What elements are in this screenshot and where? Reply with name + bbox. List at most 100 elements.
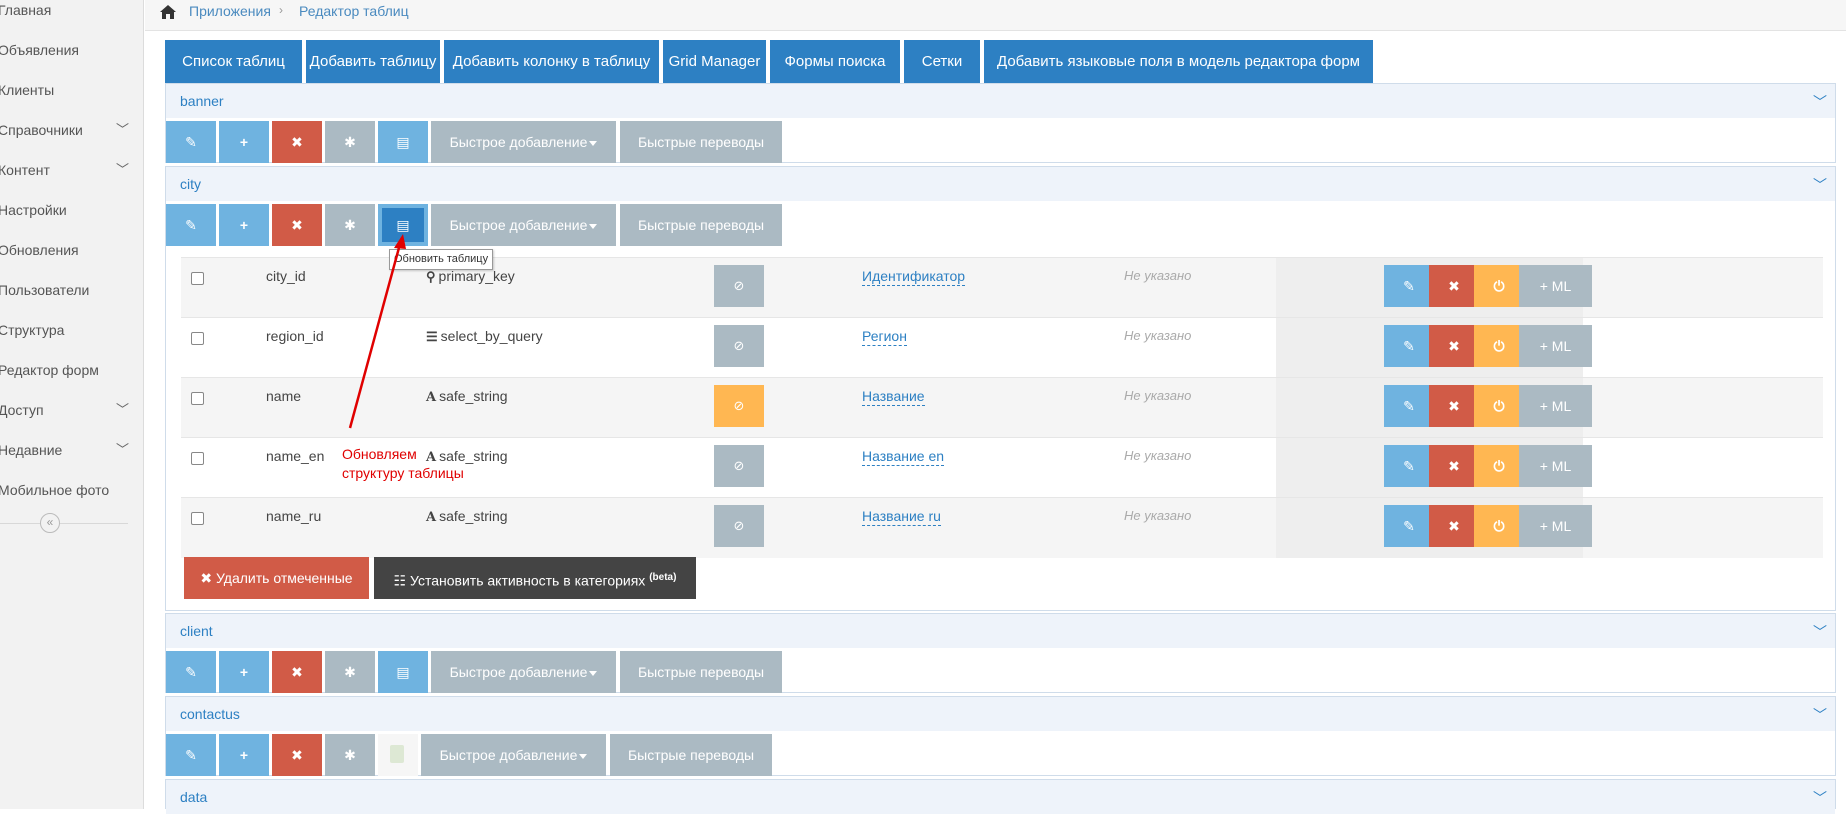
edit-button[interactable]: ✎ — [166, 204, 216, 246]
tab-grid-manager[interactable]: Grid Manager — [663, 40, 766, 83]
row-delete-button[interactable]: ✖ — [1429, 325, 1479, 367]
delete-selected-button[interactable]: ✖ Удалить отмеченные — [184, 557, 369, 599]
row-delete-button[interactable]: ✖ — [1429, 385, 1479, 427]
sidebar-item-settings[interactable]: Настройки — [0, 190, 143, 230]
quick-add-dropdown[interactable]: Быстрое добавление — [431, 204, 616, 246]
tab-table-list[interactable]: Список таблиц — [165, 40, 302, 83]
quick-translate-button[interactable]: Быстрые переводы — [620, 121, 782, 163]
delete-button[interactable]: ✖ — [272, 121, 322, 163]
row-power-button[interactable]: ⏻ — [1474, 505, 1524, 547]
row-delete-button[interactable]: ✖ — [1429, 265, 1479, 307]
panel-header[interactable]: client ﹀ — [166, 614, 1835, 648]
sidebar-item-access[interactable]: Доступ ﹀ — [0, 390, 143, 430]
update-table-button[interactable]: ▤ — [378, 204, 428, 246]
column-title-link[interactable]: Название ru — [862, 508, 941, 526]
row-power-button[interactable]: ⏻ — [1474, 325, 1524, 367]
sidebar-item-content[interactable]: Контент ﹀ — [0, 150, 143, 190]
row-ml-button[interactable]: + ML — [1519, 505, 1592, 547]
asterisk-button[interactable]: ✱ — [325, 651, 375, 693]
row-edit-button[interactable]: ✎ — [1384, 505, 1434, 547]
delete-button[interactable]: ✖ — [272, 204, 322, 246]
row-power-button[interactable]: ⏻ — [1474, 265, 1524, 307]
sidebar-item-users[interactable]: Пользователи — [0, 270, 143, 310]
activity-toggle-button[interactable]: ⊘ — [714, 385, 764, 427]
row-checkbox[interactable] — [191, 332, 204, 345]
add-button[interactable]: + — [219, 734, 269, 776]
row-ml-button[interactable]: + ML — [1519, 385, 1592, 427]
add-button[interactable]: + — [219, 121, 269, 163]
column-title-link[interactable]: Название en — [862, 448, 945, 466]
chevron-down-icon[interactable]: ﹀ — [1813, 705, 1827, 725]
quick-translate-button[interactable]: Быстрые переводы — [620, 651, 782, 693]
row-power-button[interactable]: ⏻ — [1474, 385, 1524, 427]
sidebar-item-structure[interactable]: Структура — [0, 310, 143, 350]
column-title-link[interactable]: Идентификатор — [862, 268, 966, 286]
sidebar-item-ads[interactable]: Объявления — [0, 30, 143, 70]
column-title-link[interactable]: Название — [862, 388, 925, 406]
sidebar-item-mobile-photo[interactable]: Мобильное фото — [0, 470, 143, 510]
tab-add-language-fields[interactable]: Добавить языковые поля в модель редактор… — [984, 40, 1373, 83]
sidebar-item-references[interactable]: Справочники ﹀ — [0, 110, 143, 150]
sidebar-item-updates[interactable]: Обновления — [0, 230, 143, 270]
quick-add-dropdown[interactable]: Быстрое добавление — [421, 734, 606, 776]
sidebar-item-home[interactable]: Главная — [0, 0, 143, 30]
activity-toggle-button[interactable]: ⊘ — [714, 505, 764, 547]
row-delete-button[interactable]: ✖ — [1429, 445, 1479, 487]
row-ml-button[interactable]: + ML — [1519, 265, 1592, 307]
sidebar-item-recent[interactable]: Недавние ﹀ — [0, 430, 143, 470]
row-checkbox[interactable] — [191, 392, 204, 405]
sidebar-item-label: Мобильное фото — [0, 482, 110, 498]
row-power-button[interactable]: ⏻ — [1474, 445, 1524, 487]
chevron-down-icon[interactable]: ﹀ — [1813, 175, 1827, 195]
edit-button[interactable]: ✎ — [166, 651, 216, 693]
set-category-activity-button[interactable]: ☷ Установить активность в категориях (be… — [374, 557, 696, 599]
sidebar-item-form-editor[interactable]: Редактор форм — [0, 350, 143, 390]
row-edit-button[interactable]: ✎ — [1384, 265, 1434, 307]
row-edit-button[interactable]: ✎ — [1384, 385, 1434, 427]
row-checkbox[interactable] — [191, 272, 204, 285]
table-row: name_ru Asafe_string ⊘ Название ru Не ук… — [181, 497, 1823, 558]
tab-add-table[interactable]: Добавить таблицу — [306, 40, 440, 83]
quick-add-dropdown[interactable]: Быстрое добавление — [431, 121, 616, 163]
collapse-icon[interactable]: « — [40, 513, 60, 533]
tab-add-column[interactable]: Добавить колонку в таблицу — [444, 40, 659, 83]
asterisk-button[interactable]: ✱ — [325, 204, 375, 246]
activity-toggle-button[interactable]: ⊘ — [714, 265, 764, 307]
sidebar-item-clients[interactable]: Клиенты — [0, 70, 143, 110]
row-ml-button[interactable]: + ML — [1519, 325, 1592, 367]
row-delete-button[interactable]: ✖ — [1429, 505, 1479, 547]
delete-button[interactable]: ✖ — [272, 651, 322, 693]
chevron-down-icon[interactable]: ﹀ — [1813, 788, 1827, 808]
edit-button[interactable]: ✎ — [166, 121, 216, 163]
row-checkbox[interactable] — [191, 452, 204, 465]
chevron-down-icon[interactable]: ﹀ — [1813, 622, 1827, 642]
activity-toggle-button[interactable]: ⊘ — [714, 325, 764, 367]
row-ml-button[interactable]: + ML — [1519, 445, 1592, 487]
row-edit-button[interactable]: ✎ — [1384, 445, 1434, 487]
panel-header[interactable]: city ﹀ — [166, 167, 1835, 201]
panel-header[interactable]: banner ﹀ — [166, 84, 1835, 118]
quick-add-dropdown[interactable]: Быстрое добавление — [431, 651, 616, 693]
asterisk-button[interactable]: ✱ — [325, 121, 375, 163]
panel-header[interactable]: contactus ﹀ — [166, 697, 1835, 731]
annotation-line-2: структуру таблицы — [342, 465, 464, 481]
update-table-button[interactable]: ▤ — [378, 121, 428, 163]
breadcrumb-link-table-editor[interactable]: Редактор таблиц — [299, 3, 409, 19]
row-edit-button[interactable]: ✎ — [1384, 325, 1434, 367]
add-button[interactable]: + — [219, 651, 269, 693]
delete-button[interactable]: ✖ — [272, 734, 322, 776]
edit-button[interactable]: ✎ — [166, 734, 216, 776]
column-title-link[interactable]: Регион — [862, 328, 907, 346]
quick-translate-button[interactable]: Быстрые переводы — [620, 204, 782, 246]
home-icon[interactable] — [159, 4, 177, 23]
activity-toggle-button[interactable]: ⊘ — [714, 445, 764, 487]
tab-grids[interactable]: Сетки — [904, 40, 980, 83]
breadcrumb-link-apps[interactable]: Приложения — [189, 3, 271, 19]
quick-translate-button[interactable]: Быстрые переводы — [610, 734, 772, 776]
row-checkbox[interactable] — [191, 512, 204, 525]
asterisk-button[interactable]: ✱ — [325, 734, 375, 776]
chevron-down-icon[interactable]: ﹀ — [1813, 92, 1827, 112]
update-table-button[interactable]: ▤ — [378, 651, 428, 693]
tab-search-forms[interactable]: Формы поиска — [770, 40, 900, 83]
add-button[interactable]: + — [219, 204, 269, 246]
